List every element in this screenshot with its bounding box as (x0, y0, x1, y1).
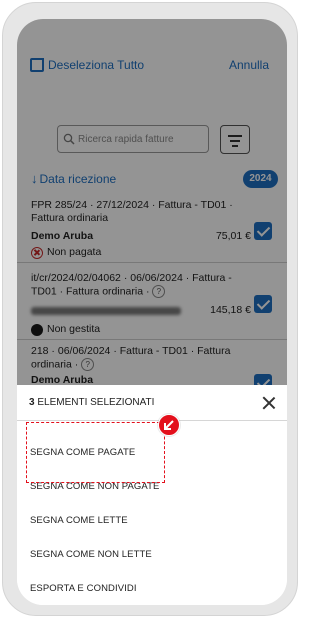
export-share-item[interactable]: ESPORTA E CONDIVIDI (30, 583, 137, 594)
divider (17, 420, 287, 421)
app-screen: Deseleziona Tutto Annulla Ricerca rapida… (17, 19, 287, 605)
selected-count: 3 (29, 397, 35, 408)
highlight-arrow-badge (158, 414, 180, 436)
close-icon[interactable] (262, 396, 276, 410)
arrow-down-left-icon (163, 419, 174, 430)
bulk-actions-sheet: 3 ELEMENTI SELEZIONATI SEGNA COME PAGATE… (17, 385, 287, 605)
sheet-title: 3 ELEMENTI SELEZIONATI (29, 397, 154, 408)
mark-as-unread-item[interactable]: SEGNA COME NON LETTE (30, 549, 152, 560)
highlight-box (26, 422, 165, 483)
selected-label: ELEMENTI SELEZIONATI (37, 397, 155, 408)
modal-backdrop[interactable] (17, 19, 287, 385)
phone-frame: Deseleziona Tutto Annulla Ricerca rapida… (2, 2, 298, 616)
mark-as-read-item[interactable]: SEGNA COME LETTE (30, 515, 128, 526)
